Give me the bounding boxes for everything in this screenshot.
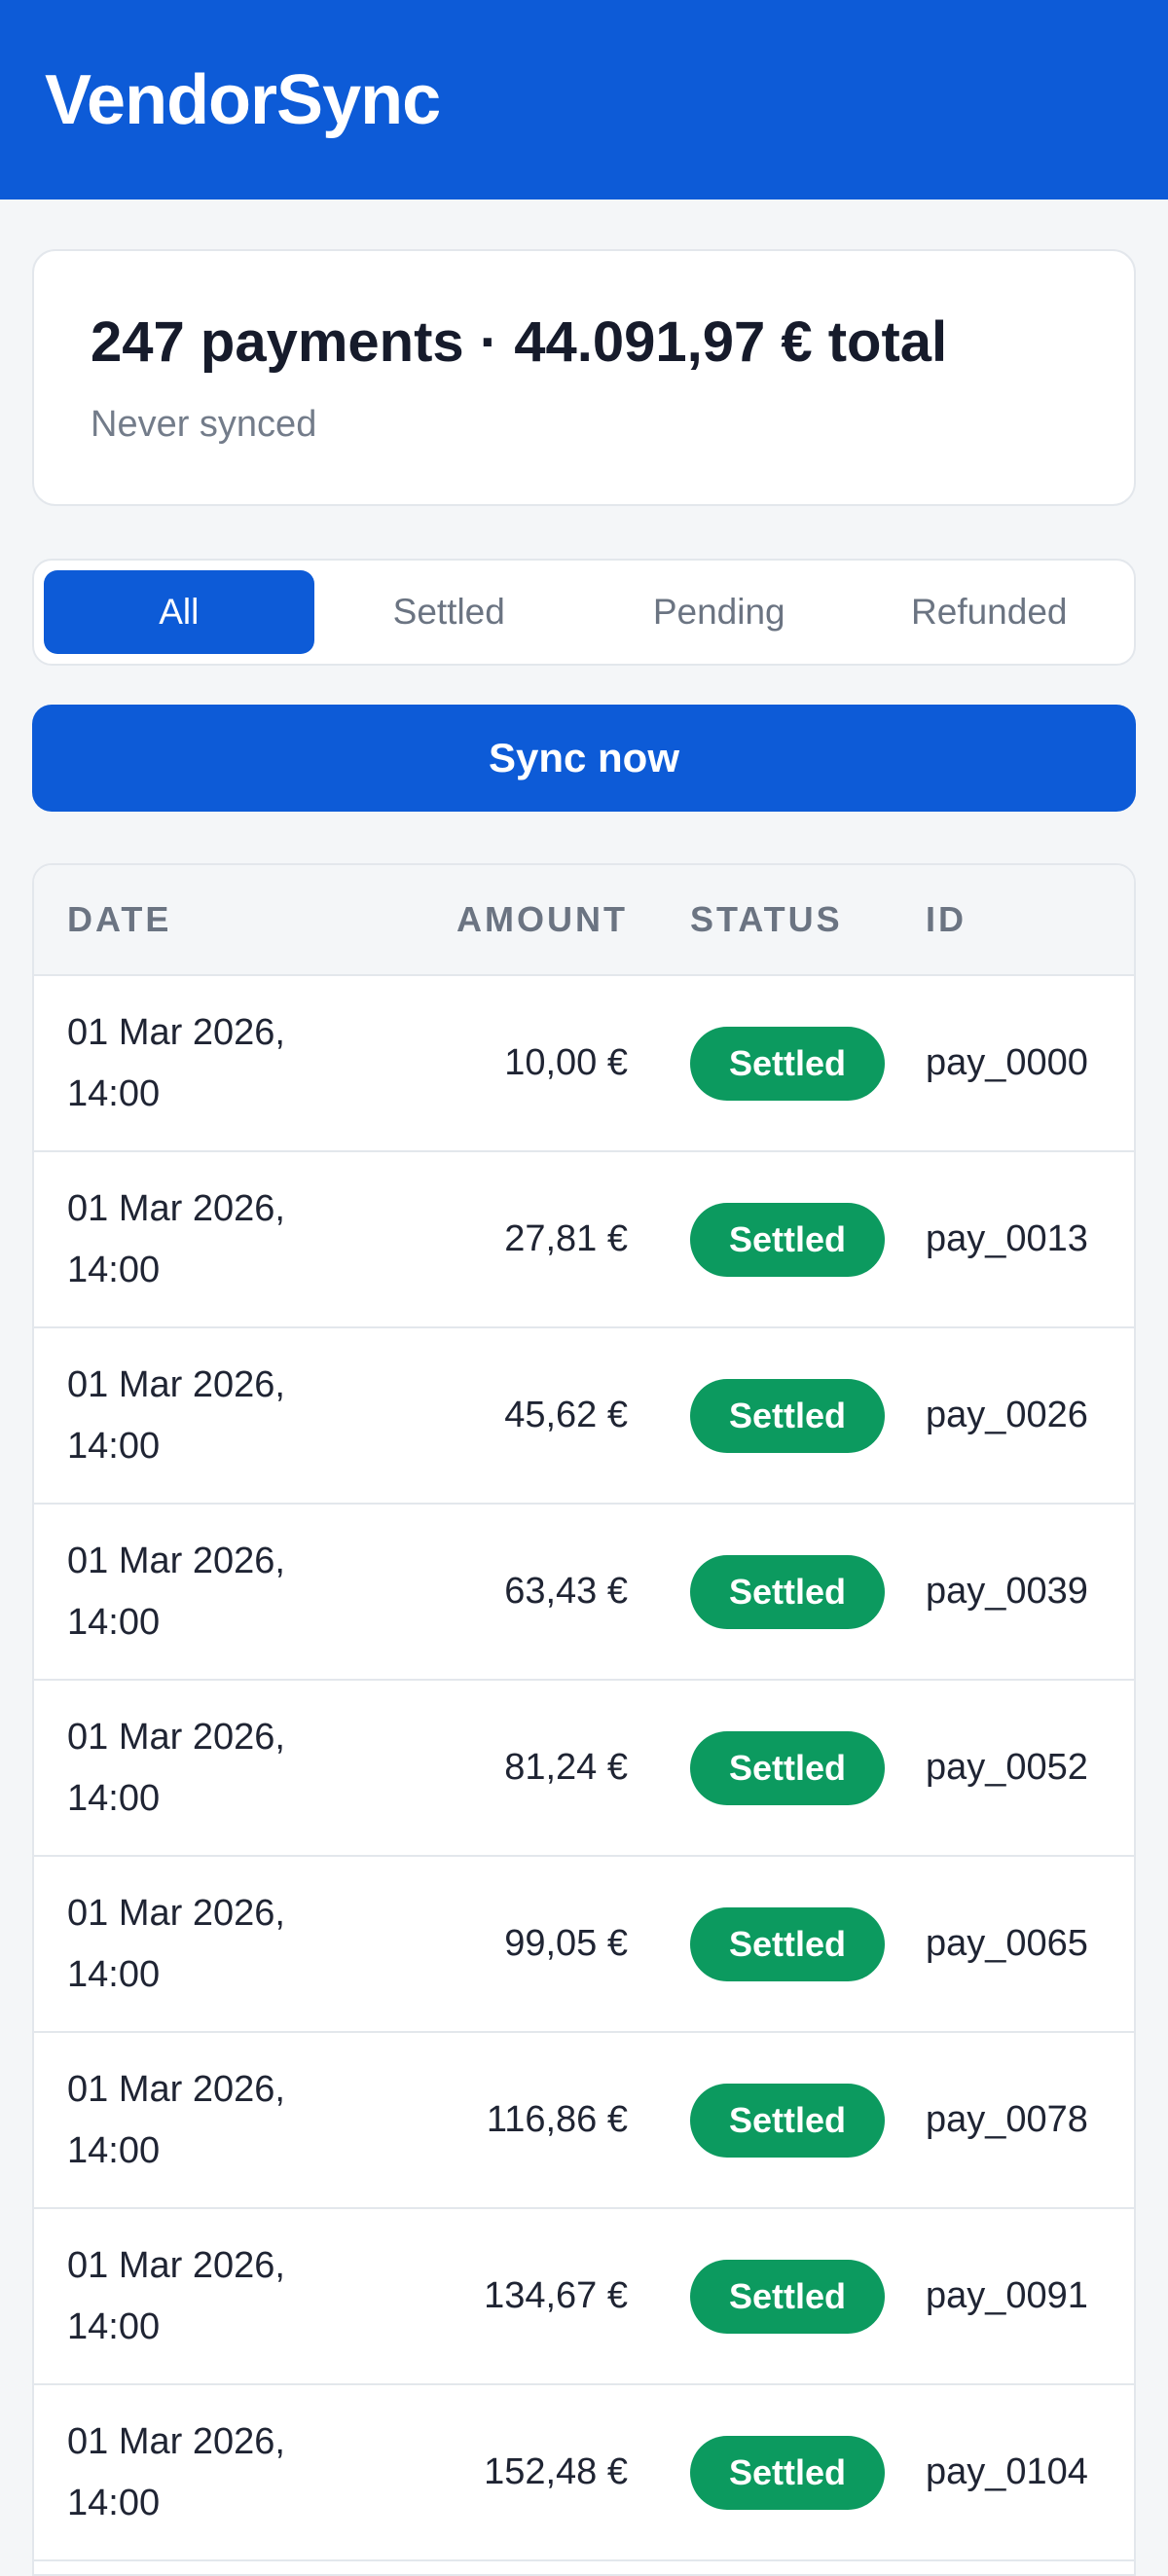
- status-cell: Settled: [628, 1730, 918, 1805]
- status-badge: Settled: [690, 2435, 885, 2510]
- time-text: 14:00: [67, 1072, 161, 1114]
- table-row[interactable]: 01 Mar 2026, 14:00 152,48 € Settled pay_0…: [34, 2385, 1134, 2561]
- tab-refunded[interactable]: Refunded: [855, 570, 1125, 654]
- id-cell: pay_0104: [926, 2451, 1088, 2492]
- column-header-status[interactable]: STATUS: [628, 899, 918, 940]
- id-cell: pay_0000: [926, 1042, 1088, 1083]
- status-cell: Settled: [628, 1378, 918, 1453]
- status-badge: Settled: [690, 1554, 885, 1629]
- time-text: 14:00: [67, 2129, 161, 2171]
- time-text: 14:00: [67, 1777, 161, 1819]
- amount-cell: 134,67 €: [484, 2275, 628, 2316]
- date-text: 01 Mar 2026,: [67, 1892, 285, 1934]
- id-cell: pay_0091: [926, 2275, 1088, 2316]
- status-cell: Settled: [628, 1026, 918, 1101]
- amount-cell: 10,00 €: [504, 1042, 628, 1083]
- summary-title: 247 payments · 44.091,97 € total: [91, 310, 948, 374]
- amount-cell: 63,43 €: [504, 1571, 628, 1612]
- date-cell: 01 Mar 2026, 14:00: [34, 1179, 377, 1301]
- time-text: 14:00: [67, 2305, 161, 2347]
- status-cell: Settled: [628, 1554, 918, 1629]
- column-header-id[interactable]: ID: [918, 899, 1134, 940]
- tab-all[interactable]: All: [44, 570, 314, 654]
- payments-table: DATE AMOUNT STATUS ID 01 Mar 2026, 14:00 …: [32, 863, 1136, 2576]
- date-cell: 01 Mar 2026, 14:00: [34, 1707, 377, 1830]
- date-cell: 01 Mar 2026, 14:00: [34, 2059, 377, 2182]
- id-cell: pay_0065: [926, 1923, 1088, 1964]
- tab-pending[interactable]: Pending: [584, 570, 855, 654]
- time-text: 14:00: [67, 1249, 161, 1290]
- date-text: 01 Mar 2026,: [67, 1540, 285, 1581]
- status-cell: Settled: [628, 2083, 918, 2158]
- id-cell: pay_0052: [926, 1747, 1088, 1788]
- tab-settled[interactable]: Settled: [314, 570, 585, 654]
- time-text: 14:00: [67, 1601, 161, 1643]
- date-cell: 01 Mar 2026, 14:00: [34, 1355, 377, 1477]
- amount-cell: 45,62 €: [504, 1395, 628, 1435]
- table-header: DATE AMOUNT STATUS ID: [34, 865, 1134, 976]
- date-cell: 01 Mar 2026, 14:00: [34, 2235, 377, 2358]
- date-text: 01 Mar 2026,: [67, 2244, 285, 2286]
- date-cell: 01 Mar 2026, 14:00: [34, 1002, 377, 1125]
- table-row[interactable]: 01 Mar 2026, 14:00 63,43 € Settled pay_00…: [34, 1505, 1134, 1681]
- sync-now-button[interactable]: Sync now: [32, 705, 1136, 812]
- amount-cell: 152,48 €: [484, 2451, 628, 2492]
- id-cell: pay_0078: [926, 2099, 1088, 2140]
- table-row[interactable]: 01 Mar 2026, 14:00 116,86 € Settled pay_0…: [34, 2033, 1134, 2209]
- table-row[interactable]: 01 Mar 2026, 14:00 134,67 € Settled pay_0…: [34, 2209, 1134, 2385]
- time-text: 14:00: [67, 1953, 161, 1995]
- amount-cell: 27,81 €: [504, 1218, 628, 1259]
- sync-status-text: Never synced: [91, 404, 317, 445]
- column-header-amount[interactable]: AMOUNT: [377, 899, 628, 940]
- status-filter-tabs: All Settled Pending Refunded: [32, 559, 1136, 666]
- table-row[interactable]: 01 Mar 2026, 14:00 81,24 € Settled pay_00…: [34, 1681, 1134, 1857]
- amount-cell: 81,24 €: [504, 1747, 628, 1788]
- date-text: 01 Mar 2026,: [67, 2068, 285, 2110]
- status-badge: Settled: [690, 1026, 885, 1101]
- status-badge: Settled: [690, 1202, 885, 1277]
- status-badge: Settled: [690, 1730, 885, 1805]
- date-cell: 01 Mar 2026, 14:00: [34, 2412, 377, 2534]
- table-row[interactable]: 01 Mar 2026, 14:00 10,00 € Settled pay_00…: [34, 976, 1134, 1152]
- date-text: 01 Mar 2026,: [67, 1716, 285, 1758]
- time-text: 14:00: [67, 2482, 161, 2523]
- date-text: 01 Mar 2026,: [67, 1011, 285, 1053]
- status-badge: Settled: [690, 2083, 885, 2158]
- date-cell: 01 Mar 2026, 14:00: [34, 1883, 377, 2006]
- status-cell: Settled: [628, 1906, 918, 1981]
- status-badge: Settled: [690, 1378, 885, 1453]
- table-row[interactable]: 01 Mar 2026, 14:00 99,05 € Settled pay_00…: [34, 1857, 1134, 2033]
- status-cell: Settled: [628, 1202, 918, 1277]
- status-cell: Settled: [628, 2435, 918, 2510]
- table-row[interactable]: 01 Mar 2026, 14:00 27,81 € Settled pay_00…: [34, 1152, 1134, 1328]
- date-cell: 01 Mar 2026, 14:00: [34, 1531, 377, 1653]
- status-badge: Settled: [690, 2259, 885, 2334]
- status-cell: Settled: [628, 2259, 918, 2334]
- time-text: 14:00: [67, 1425, 161, 1467]
- status-badge: Settled: [690, 1906, 885, 1981]
- id-cell: pay_0013: [926, 1218, 1088, 1259]
- date-text: 01 Mar 2026,: [67, 2420, 285, 2462]
- summary-card: 247 payments · 44.091,97 € total Never s…: [32, 249, 1136, 506]
- app-header: VendorSync: [0, 0, 1168, 200]
- id-cell: pay_0039: [926, 1571, 1088, 1612]
- date-text: 01 Mar 2026,: [67, 1363, 285, 1405]
- table-row[interactable]: 01 Mar 2026, 14:00 45,62 € Settled pay_00…: [34, 1328, 1134, 1505]
- id-cell: pay_0026: [926, 1395, 1088, 1435]
- date-text: 01 Mar 2026,: [67, 1187, 285, 1229]
- column-header-date[interactable]: DATE: [34, 899, 377, 940]
- amount-cell: 99,05 €: [504, 1923, 628, 1964]
- app-title: VendorSync: [45, 60, 441, 139]
- amount-cell: 116,86 €: [486, 2099, 628, 2140]
